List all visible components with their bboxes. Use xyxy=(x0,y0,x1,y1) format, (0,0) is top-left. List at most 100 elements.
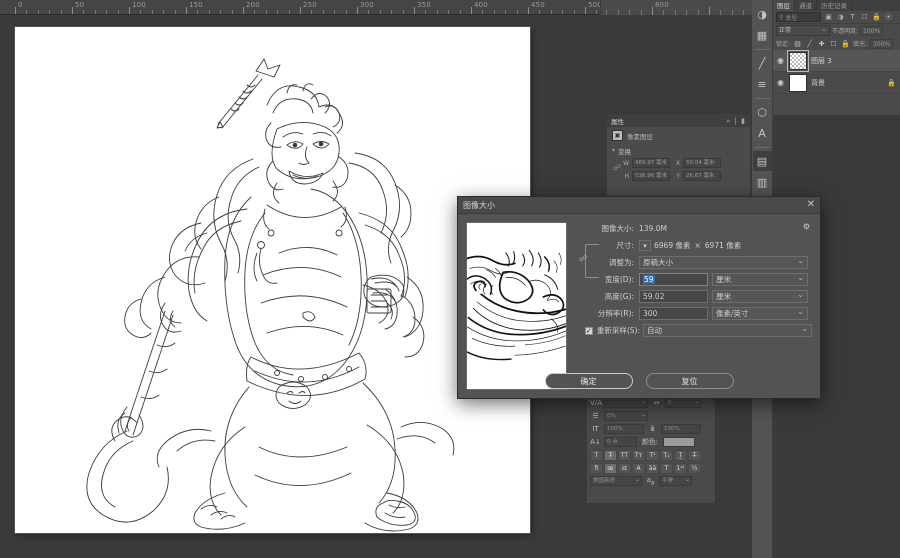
transform-fields[interactable]: ☍ W 489.97 毫米 X 50.04 毫米 H 536.96 毫米 Y 2… xyxy=(607,157,750,181)
field-resample[interactable]: ✓ 重新采样(S): 自动 xyxy=(577,323,812,337)
field-dimensions[interactable]: 尺寸: ▾ 6969 像素 × 6971 像素 xyxy=(577,239,812,252)
dialog-buttons[interactable]: 确定 复位 xyxy=(458,373,820,389)
chevron-down-icon[interactable]: ▾ xyxy=(612,147,615,154)
char-opentype-button-1[interactable]: œ xyxy=(604,463,617,474)
toggle-filter-icon[interactable]: ⦿ xyxy=(884,12,893,22)
char-opentype-button-7[interactable]: ½ xyxy=(688,463,701,474)
ok-button[interactable]: 确定 xyxy=(544,373,633,389)
dialog-titlebar[interactable]: 图像大小 ✕ xyxy=(458,197,820,214)
lock-image-icon[interactable]: ╱ xyxy=(805,40,814,48)
layer-list[interactable]: ◉ 图层 3 ◉ 背景 🔒 xyxy=(773,49,900,115)
adjustment-filter-icon[interactable]: ◑ xyxy=(836,13,845,21)
anti-alias-select[interactable]: 平滑 xyxy=(659,475,692,487)
resolution-input[interactable]: 300 xyxy=(639,307,708,320)
image-size-dialog[interactable]: 图像大小 ✕ ⚙ 图像大小: 139.0M 尺寸: ▾ 6969 像素 × 69… xyxy=(457,196,821,399)
horizontal-scale-field[interactable]: 100% xyxy=(661,424,701,434)
character-opentype-buttons[interactable]: fi œ st Aāā T 1ˢᵗ ½ xyxy=(590,463,712,474)
resample-checkbox[interactable]: ✓ xyxy=(584,327,593,335)
panel-menu-icon[interactable]: » | ▮ xyxy=(726,117,746,125)
link-chain-icon[interactable]: ☍ xyxy=(579,254,587,263)
kerning-field[interactable] xyxy=(604,397,648,408)
glyphs-icon[interactable]: A xyxy=(753,123,772,143)
transform-value-y[interactable]: 26.67 毫米 xyxy=(683,171,721,181)
vertical-scale-field[interactable]: 100% xyxy=(604,424,644,434)
shape-filter-icon[interactable]: ☐ xyxy=(860,13,869,21)
transform-value-w[interactable]: 489.97 毫米 xyxy=(632,158,670,168)
resolution-unit-select[interactable]: 像素/英寸 xyxy=(712,306,808,320)
char-style-button-6[interactable]: T̲ xyxy=(674,450,687,461)
eye-icon[interactable]: ◉ xyxy=(777,78,785,87)
properties-panel[interactable]: 属性 » | ▮ ▣ 像素图层 ▾ 变换 ☍ W 489.97 毫米 X 50.… xyxy=(606,113,751,203)
fit-to-select[interactable]: 原稿大小 xyxy=(639,255,808,269)
3d-cube-icon[interactable]: ⬡ xyxy=(753,102,772,122)
field-resolution[interactable]: 分辨率(R): 300 像素/英寸 xyxy=(577,306,812,320)
char-opentype-button-0[interactable]: fi xyxy=(590,463,603,474)
layer-row[interactable]: ◉ 背景 🔒 xyxy=(773,72,900,94)
layer-filter-search[interactable]: ⚲ 类型 xyxy=(776,12,821,22)
char-opentype-button-2[interactable]: st xyxy=(618,463,631,474)
height-input[interactable]: 59.02 xyxy=(639,290,708,303)
smartobject-filter-icon[interactable]: 🔒 xyxy=(872,13,881,21)
shift-field[interactable]: 0 点 xyxy=(604,437,637,447)
properties-panel-header[interactable]: 属性 » | ▮ xyxy=(607,114,750,127)
sliders-icon[interactable]: ≡ xyxy=(753,74,772,94)
width-input[interactable]: 59 xyxy=(639,273,708,286)
blend-mode-select[interactable]: 正常 xyxy=(776,24,830,36)
swatches-grid-icon[interactable]: ▦ xyxy=(753,25,772,45)
character-panel[interactable]: V/A ↔ 0 ☰ 0% IT 100% ⅲ 100% A↓ 0 点 颜色: T… xyxy=(586,394,716,504)
close-icon[interactable]: ✕ xyxy=(807,200,815,210)
chevron-down-icon[interactable]: ▾ xyxy=(639,240,651,251)
layers-tab-0[interactable]: 图层 xyxy=(773,0,795,11)
adjustments-icon[interactable]: ╱ xyxy=(753,53,772,73)
char-style-button-0[interactable]: T xyxy=(590,450,603,461)
lock-artboard-icon[interactable]: ☐ xyxy=(829,40,838,48)
layers-tab-2[interactable]: 历史记录 xyxy=(817,0,852,11)
gear-icon[interactable]: ⚙ xyxy=(803,222,810,231)
layer-thumbnail[interactable] xyxy=(787,49,809,72)
tracking-field[interactable]: 0 xyxy=(665,397,701,408)
layer-name[interactable]: 图层 3 xyxy=(811,56,896,66)
image-filter-icon[interactable]: ▣ xyxy=(824,13,833,21)
char-style-button-1[interactable]: T̵ xyxy=(604,450,617,461)
reset-button[interactable]: 复位 xyxy=(645,373,734,389)
height-unit-select[interactable]: 厘米 xyxy=(712,289,808,303)
char-style-button-7[interactable]: T̶ xyxy=(688,450,701,461)
char-opentype-button-4[interactable]: āā xyxy=(646,463,659,474)
char-opentype-button-3[interactable]: A xyxy=(632,463,645,474)
transform-section-header[interactable]: ▾ 变换 xyxy=(607,144,750,157)
width-unit-select[interactable]: 厘米 xyxy=(712,272,808,286)
opacity-value[interactable]: 100% xyxy=(860,25,884,36)
eye-icon[interactable]: ◉ xyxy=(777,56,785,65)
link-chain-icon[interactable]: ☍ xyxy=(613,163,621,172)
char-style-button-5[interactable]: T₁ xyxy=(660,450,673,461)
layer-thumbnail[interactable] xyxy=(789,73,807,92)
character-row-scale[interactable]: IT 100% ⅲ 100% xyxy=(590,424,712,434)
field-height[interactable]: 高度(G): 59.02 厘米 xyxy=(577,289,812,303)
char-opentype-button-5[interactable]: T xyxy=(660,463,673,474)
properties-tab-label[interactable]: 属性 xyxy=(611,116,624,126)
character-row-color[interactable]: A↓ 0 点 颜色: xyxy=(590,437,712,447)
text-filter-icon[interactable]: T xyxy=(848,13,857,21)
layers-panel-tabs[interactable]: 图层 通道 历史记录 xyxy=(773,0,900,11)
properties-icon[interactable]: ▤ xyxy=(752,151,772,171)
field-width[interactable]: 宽度(D): 59 厘米 xyxy=(577,272,812,286)
language-select[interactable]: 美国英语 xyxy=(590,475,642,487)
transform-value-h[interactable]: 536.96 毫米 xyxy=(632,171,670,181)
baseline-field[interactable]: 0% xyxy=(604,410,648,421)
text-color-swatch[interactable] xyxy=(663,437,695,447)
layer-blend-row[interactable]: 正常 不透明度: 100% xyxy=(773,24,900,37)
layers-panel[interactable]: 图层通道历史记录 ⚲ 类型 ▣ ◑ T ☐ 🔒 ⦿ 正常 不透明度: 100% … xyxy=(773,0,900,115)
lock-transparency-icon[interactable]: ▤ xyxy=(793,40,802,48)
lock-all-icon[interactable]: 🔒 xyxy=(841,40,850,48)
fill-value[interactable]: 100% xyxy=(870,38,894,49)
histogram-icon[interactable]: ▥ xyxy=(753,172,772,192)
char-style-button-3[interactable]: Tᴛ xyxy=(632,450,645,461)
character-row-kerning[interactable]: V/A ↔ 0 xyxy=(590,397,712,408)
layer-row[interactable]: ◉ 图层 3 xyxy=(773,49,900,72)
field-fit-to[interactable]: 调整为: 原稿大小 xyxy=(577,255,812,269)
artboard[interactable] xyxy=(15,27,530,533)
character-style-buttons[interactable]: T T̵ TT Tᴛ T¹ T₁ T̲ T̶ xyxy=(590,450,712,461)
char-style-button-2[interactable]: TT xyxy=(618,450,631,461)
layer-name[interactable]: 背景 xyxy=(811,78,883,88)
lock-position-icon[interactable]: ✚ xyxy=(817,40,826,48)
